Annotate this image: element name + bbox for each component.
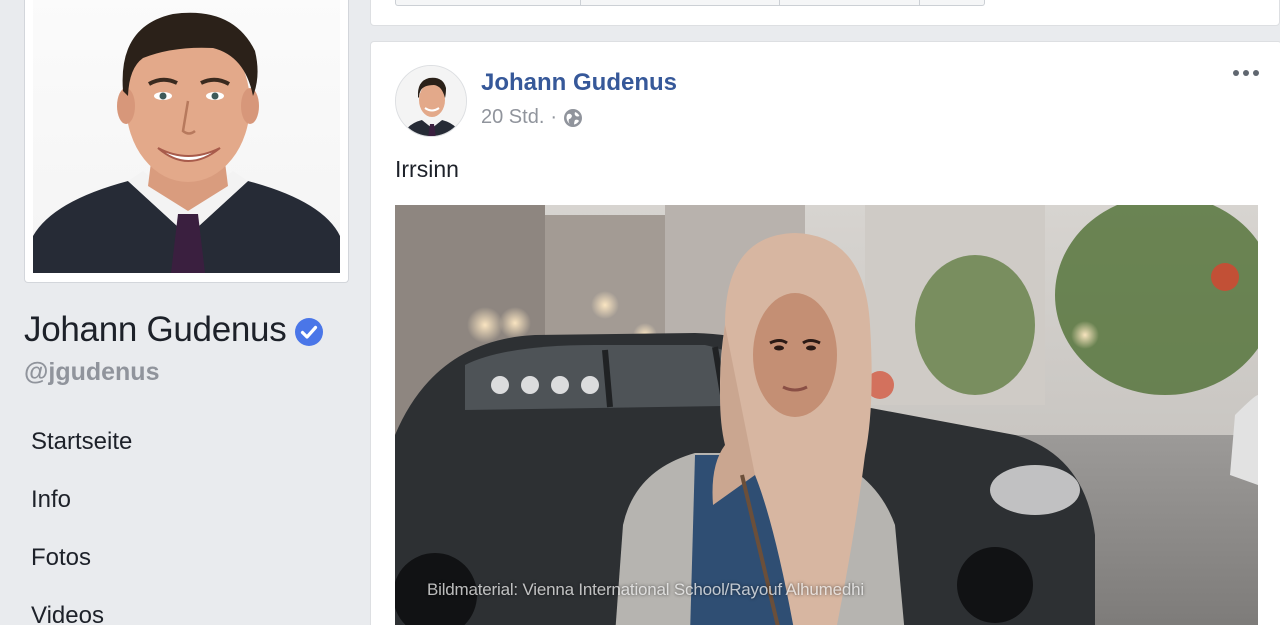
top-action-1[interactable] [396,0,581,5]
page-name[interactable]: Johann Gudenus [24,308,287,352]
meta-separator: · [550,106,558,128]
post-timestamp[interactable]: 20 Std. [481,104,544,130]
nav-item-startseite[interactable]: Startseite [31,420,132,478]
post-text: Irrsinn [395,156,459,182]
verified-badge-icon [295,318,324,346]
top-card [370,0,1280,26]
left-sidebar: Johann Gudenus @jgudenus Startseite Info… [0,0,370,625]
post-author-name[interactable]: Johann Gudenus [481,68,677,98]
nav-item-info[interactable]: Info [31,478,132,536]
post-card: Johann Gudenus 20 Std. · Irrsinn Bildmat… [370,41,1280,625]
profile-picture-frame[interactable] [24,0,349,283]
globe-icon[interactable] [563,108,583,128]
post-image[interactable]: Bildmaterial: Vienna International Schoo… [395,205,1258,625]
page-name-row: Johann Gudenus [24,308,324,352]
top-action-4[interactable] [920,0,984,5]
page-handle[interactable]: @jgudenus [24,356,160,388]
facebook-page: Johann Gudenus @jgudenus Startseite Info… [0,0,1280,625]
page-nav: Startseite Info Fotos Videos [31,420,132,625]
profile-picture[interactable] [33,0,340,273]
post-author-avatar[interactable] [395,65,467,137]
more-options-icon[interactable] [1231,66,1261,80]
nav-item-fotos[interactable]: Fotos [31,536,132,594]
image-caption: Bildmaterial: Vienna International Schoo… [427,580,864,599]
top-action-bar [395,0,985,6]
top-action-3[interactable] [780,0,920,5]
post-meta: 20 Std. · [481,104,583,130]
nav-item-videos[interactable]: Videos [31,594,132,625]
top-action-2[interactable] [581,0,780,5]
